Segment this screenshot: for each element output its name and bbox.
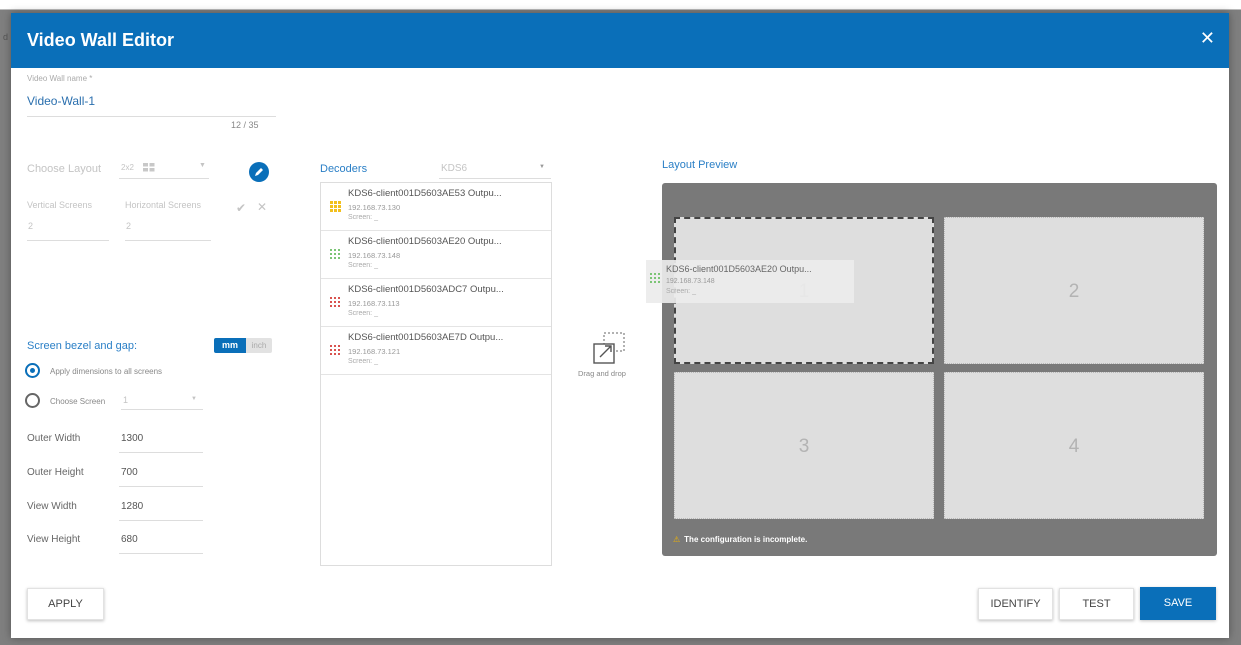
wall-name-value: Video-Wall-1: [27, 94, 96, 108]
layout-preview-title: Layout Preview: [662, 159, 738, 171]
chevron-down-icon: ▼: [199, 162, 206, 169]
decoder-filter-value: KDS6: [441, 163, 468, 174]
chevron-down-icon: ▼: [539, 164, 545, 170]
unit-inch-toggle[interactable]: inch: [246, 338, 272, 353]
decoder-name: KDS6-client001D5603AE20 Outpu...: [348, 236, 502, 247]
view-height-input[interactable]: 680: [119, 527, 203, 554]
decoder-ip: 192.168.73.113: [348, 299, 400, 308]
view-width-label: View Width: [27, 501, 77, 512]
dialog-title: Video Wall Editor: [27, 30, 175, 50]
screen-tile-3[interactable]: 3: [674, 372, 934, 519]
vertical-screens-label: Vertical Screens: [27, 200, 93, 210]
apply-button[interactable]: APPLY: [27, 588, 104, 620]
view-height-value: 680: [121, 534, 138, 545]
layout-select[interactable]: 2x2 ▼: [119, 159, 209, 179]
apply-all-radio[interactable]: [25, 363, 40, 378]
horizontal-screens-value: 2: [126, 221, 132, 231]
apply-all-label: Apply dimensions to all screens: [50, 367, 163, 376]
dragged-decoder-screen: Screen: _: [666, 288, 696, 295]
decoder-item[interactable]: KDS6-client001D5603AE20 Outpu... 192.168…: [321, 231, 551, 279]
decoder-screen: Screen: _: [348, 310, 378, 317]
decoder-ip: 192.168.73.121: [348, 347, 401, 356]
cancel-x-icon[interactable]: ✕: [257, 200, 267, 214]
config-warning-text: The configuration is incomplete.: [684, 535, 808, 544]
choose-screen-value: 1: [123, 395, 129, 405]
yellow-grip-icon: [330, 201, 341, 212]
red-grip-icon: [330, 345, 340, 355]
outer-width-input[interactable]: 1300: [119, 426, 203, 453]
vertical-screens-input[interactable]: 2: [27, 213, 109, 241]
warning-icon: ⚠: [673, 535, 681, 544]
confirm-check-icon[interactable]: ✔: [236, 201, 246, 215]
decoder-screen: Screen: _: [348, 358, 378, 365]
view-height-label: View Height: [27, 534, 81, 545]
wall-name-label: Video Wall name *: [27, 74, 93, 83]
outer-width-value: 1300: [121, 433, 144, 444]
decoders-title: Decoders: [320, 163, 368, 175]
identify-button[interactable]: IDENTIFY: [978, 588, 1053, 620]
view-width-input[interactable]: 1280: [119, 494, 203, 521]
dragged-decoder-ip: 192.168.73.148: [666, 278, 715, 285]
red-grip-icon: [330, 297, 340, 307]
background-app-text: d: [3, 32, 9, 42]
config-warning: ⚠ The configuration is incomplete.: [673, 535, 807, 544]
save-button[interactable]: SAVE: [1140, 587, 1216, 620]
decoder-name: KDS6-client001D5603AE7D Outpu...: [348, 332, 504, 343]
vertical-screens-value: 2: [28, 221, 34, 231]
grid-layout-icon: [143, 163, 155, 172]
wall-name-counter: 12 / 35: [231, 120, 259, 130]
horizontal-screens-input[interactable]: 2: [125, 213, 211, 241]
view-width-value: 1280: [121, 501, 144, 512]
bezel-section-title: Screen bezel and gap:: [27, 340, 138, 352]
screen-tile-4[interactable]: 4: [944, 372, 1204, 519]
decoder-name: KDS6-client001D5603AE53 Outpu...: [348, 188, 502, 199]
decoder-item[interactable]: KDS6-client001D5603AE7D Outpu... 192.168…: [321, 327, 551, 375]
decoder-screen: Screen: _: [348, 262, 378, 269]
green-grip-icon: [650, 273, 660, 283]
decoder-list: KDS6-client001D5603AE53 Outpu... 192.168…: [320, 182, 552, 566]
decoder-name: KDS6-client001D5603ADC7 Outpu...: [348, 284, 504, 295]
background-app-strip: [0, 0, 1241, 10]
edit-pencil-icon[interactable]: [249, 162, 269, 182]
choose-layout-label: Choose Layout: [27, 163, 101, 175]
decoder-item[interactable]: KDS6-client001D5603ADC7 Outpu... 192.168…: [321, 279, 551, 327]
test-button[interactable]: TEST: [1059, 588, 1134, 620]
dragged-decoder-card[interactable]: KDS6-client001D5603AE20 Outpu... 192.168…: [646, 260, 854, 303]
dragged-decoder-name: KDS6-client001D5603AE20 Outpu...: [666, 264, 812, 274]
decoder-screen: Screen: _: [348, 214, 378, 221]
wall-name-input[interactable]: Video-Wall-1: [27, 89, 276, 117]
video-wall-editor-dialog: Video Wall Editor ✕ Video Wall name * Vi…: [11, 13, 1229, 638]
close-icon[interactable]: ✕: [1200, 28, 1215, 49]
dialog-header: Video Wall Editor ✕: [11, 13, 1229, 68]
outer-height-label: Outer Height: [27, 467, 84, 478]
choose-screen-label: Choose Screen: [50, 397, 106, 406]
choose-screen-radio[interactable]: [25, 393, 40, 408]
unit-mm-toggle[interactable]: mm: [214, 338, 246, 353]
layout-select-value: 2x2: [121, 163, 134, 172]
horizontal-screens-label: Horizontal Screens: [125, 200, 202, 210]
choose-screen-select[interactable]: 1 ▼: [121, 392, 203, 410]
layout-preview-canvas: 1 2 3 4 ⚠The configuration is incomplete…: [662, 183, 1217, 556]
drag-and-drop-label: Drag and drop: [578, 369, 626, 378]
outer-height-input[interactable]: 700: [119, 460, 203, 487]
outer-width-label: Outer Width: [27, 433, 81, 444]
decoder-ip: 192.168.73.130: [348, 203, 401, 212]
drag-and-drop-icon: [593, 332, 625, 364]
decoder-filter-select[interactable]: KDS6 ▼: [439, 159, 551, 179]
decoder-item[interactable]: KDS6-client001D5603AE53 Outpu... 192.168…: [321, 183, 551, 231]
chevron-down-icon: ▼: [191, 396, 197, 402]
green-grip-icon: [330, 249, 340, 259]
decoder-ip: 192.168.73.148: [348, 251, 401, 260]
outer-height-value: 700: [121, 467, 138, 478]
screen-tile-2[interactable]: 2: [944, 217, 1204, 364]
